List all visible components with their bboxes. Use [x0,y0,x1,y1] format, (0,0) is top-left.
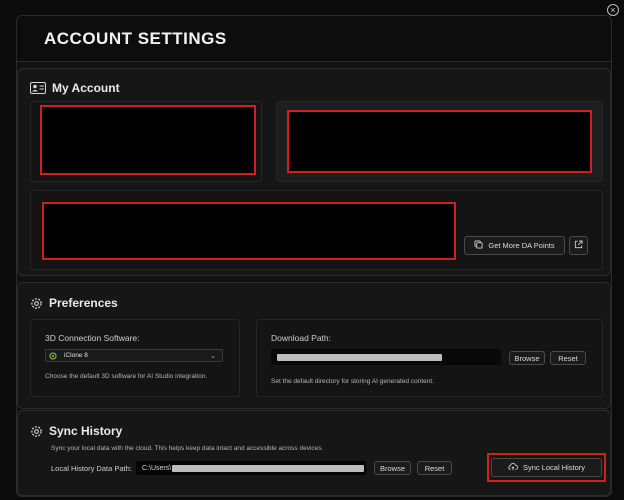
sync-button-label: Sync Local History [522,463,586,472]
local-path-value: C:\Users\ [142,464,172,472]
redacted-area-left [40,105,256,175]
my-account-panel: My Account Get More DA Points [17,68,611,276]
software-select[interactable]: iClone 8 ⌄ [45,349,223,362]
download-reset-button[interactable]: Reset [550,351,586,365]
redacted-area-right [287,110,592,173]
preferences-header: Preferences [30,294,118,312]
user-card-icon [30,82,46,94]
blurred-path [277,353,442,361]
get-more-label: Get More DA Points [488,241,555,250]
preferences-title: Preferences [49,296,118,310]
external-link-icon [574,240,583,251]
sync-button-highlight: Sync Local History [487,453,606,482]
sync-browse-button[interactable]: Browse [374,461,411,475]
sync-history-panel: Sync History Sync your local data with t… [17,410,611,496]
connection-hint: Choose the default 3D software for AI St… [45,373,208,380]
preferences-panel: Preferences 3D Connection Software: iClo… [17,282,611,409]
da-points-card: Get More DA Points [30,190,603,270]
settings-window: ACCOUNT SETTINGS My Account Get More DA … [16,15,612,497]
cloud-sync-icon [508,462,519,473]
local-path-field[interactable]: C:\Users\ [136,461,366,475]
connection-software-card: 3D Connection Software: iClone 8 ⌄ Choos… [30,319,240,397]
local-path-label: Local History Data Path: [51,464,132,473]
account-info-card-left [30,101,262,182]
title-bar: ACCOUNT SETTINGS [17,16,611,62]
download-path-field[interactable] [271,349,501,365]
download-label: Download Path: [271,333,332,343]
my-account-header: My Account [30,79,120,97]
download-browse-button[interactable]: Browse [509,351,545,365]
redacted-area-points [42,202,456,260]
account-info-card-right [276,101,603,182]
sync-description: Sync your local data with the cloud. Thi… [51,445,324,452]
get-more-da-points-button[interactable]: Get More DA Points [464,236,565,255]
my-account-title: My Account [52,81,120,95]
close-button[interactable]: × [607,4,619,16]
download-hint: Set the default directory for storing AI… [271,378,434,385]
external-link-button[interactable] [569,236,588,255]
gear-icon [30,297,43,310]
gear-icon [30,425,43,438]
page-title: ACCOUNT SETTINGS [44,29,227,48]
connection-label: 3D Connection Software: [45,333,140,343]
download-path-card: Download Path: Browse Reset Set the defa… [256,319,603,397]
sync-history-header: Sync History [30,422,122,440]
refresh-icon [474,240,483,251]
iclone-icon [49,352,57,362]
software-selected-value: iClone 8 [64,352,88,359]
sync-local-history-button[interactable]: Sync Local History [491,458,602,477]
chevron-down-icon: ⌄ [210,353,216,360]
sync-history-title: Sync History [49,424,123,438]
sync-reset-button[interactable]: Reset [417,461,452,475]
blurred-local-path [172,464,365,472]
